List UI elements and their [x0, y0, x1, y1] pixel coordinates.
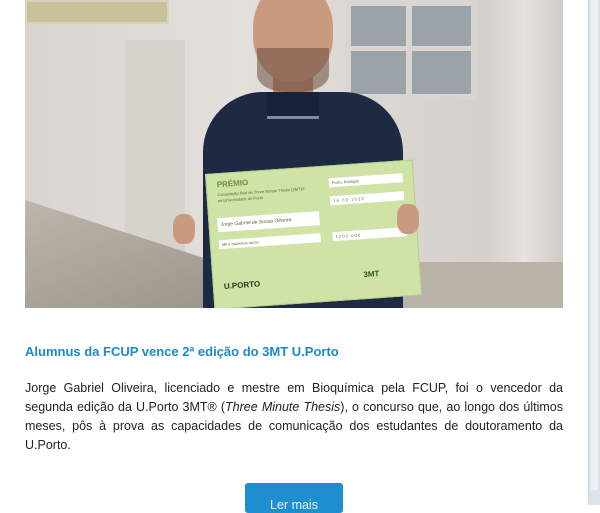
left-hand — [173, 214, 195, 244]
news-article: PRÉMIO Competição final de Three Minute … — [25, 0, 563, 455]
place-box: Porto, Portugal — [328, 173, 404, 188]
read-more-area: Ler mais — [25, 483, 563, 513]
certificate-title: PRÉMIO — [216, 178, 249, 190]
scrollbar-thumb[interactable] — [591, 0, 598, 490]
certificate-amount: 1 2 0 0 , 0 0 € — [335, 232, 361, 240]
body-text-italic: Three Minute Thesis — [225, 400, 341, 414]
article-photo[interactable]: PRÉMIO Competição final de Three Minute … — [25, 0, 563, 308]
uporto-logo: U.PORTO — [223, 279, 261, 291]
certificate-amount-words: Mil e duzentos euros — [221, 239, 259, 247]
amount-box: 1 2 0 0 , 0 0 € — [332, 227, 407, 242]
certificate-date: 1 6 · 0 3 · 2 0 2 3 — [332, 196, 364, 204]
scrollbar[interactable] — [588, 0, 600, 505]
certificate-signature: Jorge Gabriel de Sousa Oliveira — [220, 217, 292, 229]
shirt-collar — [267, 92, 319, 119]
article-body: Jorge Gabriel Oliveira, licenciado e mes… — [25, 379, 563, 455]
wall-frame — [25, 0, 169, 24]
date-box: 1 6 · 0 3 · 2 0 2 3 — [329, 191, 405, 206]
amount-words-box: Mil e duzentos euros — [218, 233, 322, 250]
beard — [257, 48, 329, 92]
article-headline[interactable]: Alumnus da FCUP vence 2ª edição do 3MT U… — [25, 344, 563, 360]
read-more-button[interactable]: Ler mais — [245, 483, 343, 513]
3mt-logo: 3MT — [363, 269, 380, 280]
certificate-place: Porto, Portugal — [331, 178, 359, 186]
right-hand — [397, 204, 419, 234]
prize-certificate: PRÉMIO Competição final de Three Minute … — [205, 159, 422, 308]
signature-box: Jorge Gabriel de Sousa Oliveira — [217, 211, 320, 233]
